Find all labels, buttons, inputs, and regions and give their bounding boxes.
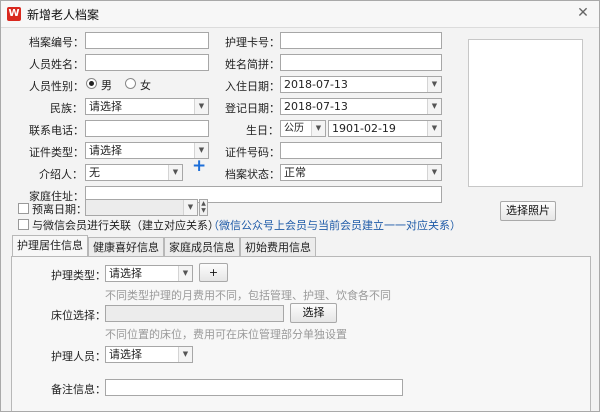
app-icon: W <box>7 7 21 21</box>
chevron-down-icon: ▼ <box>183 200 197 215</box>
id-type-select[interactable]: 请选择 ▼ <box>85 142 209 159</box>
id-type-label: 证件类型： <box>29 146 84 159</box>
pinyin-input[interactable] <box>280 54 442 71</box>
add-introducer-icon[interactable]: + <box>192 158 206 175</box>
care-type-hint: 不同类型护理的月费用不同，包括管理、护理、饮食各不同 <box>105 289 391 302</box>
gender-female-radio[interactable] <box>125 78 136 89</box>
wechat-hint: （微信公众号上会员与当前会员建立一一对应关系） <box>208 219 461 232</box>
bed-input[interactable] <box>105 305 284 322</box>
archive-no-label: 档案编号： <box>29 36 84 49</box>
chevron-down-icon: ▼ <box>194 99 208 114</box>
ethnicity-label: 民族： <box>50 102 83 115</box>
archive-no-input[interactable] <box>85 32 209 49</box>
new-elder-archive-window: W 新增老人档案 ✕ 档案编号： 人员姓名： 人员性别： 男 女 民族： 请选择… <box>0 0 600 412</box>
remark-input[interactable] <box>105 379 403 396</box>
care-type-value: 请选择 <box>109 267 142 280</box>
title-bar: W 新增老人档案 ✕ <box>1 1 599 28</box>
status-select[interactable]: 正常 ▼ <box>280 164 442 181</box>
nurse-select[interactable]: 请选择 ▼ <box>105 346 193 363</box>
chevron-down-icon: ▼ <box>427 121 441 136</box>
bed-hint: 不同位置的床位，费用可在床位管理部分单独设置 <box>105 328 347 341</box>
register-date-value: 2018-07-13 <box>284 100 348 113</box>
window-title: 新增老人档案 <box>27 8 100 22</box>
ethnicity-value: 请选择 <box>89 100 122 113</box>
care-card-input[interactable] <box>280 32 442 49</box>
introducer-label: 介绍人： <box>39 168 83 181</box>
status-value: 正常 <box>284 166 306 179</box>
gender-male-label: 男 <box>101 79 112 92</box>
id-type-value: 请选择 <box>89 144 122 157</box>
phone-input[interactable] <box>85 120 209 137</box>
chevron-down-icon: ▼ <box>178 266 192 281</box>
leave-date-label: 预离日期： <box>32 203 87 216</box>
calendar-type-value: 公历 <box>284 123 304 134</box>
birthday-label: 生日： <box>246 124 279 137</box>
birthday-picker[interactable]: 1901-02-19 ▼ <box>328 120 442 137</box>
tab-health-preferences[interactable]: 健康喜好信息 <box>88 237 164 257</box>
select-photo-button[interactable]: 选择照片 <box>500 201 556 221</box>
leave-date-spinner[interactable]: ▲ ▼ <box>199 199 208 216</box>
checkin-date-value: 2018-07-13 <box>284 78 348 91</box>
gender-female-label: 女 <box>140 79 151 92</box>
chevron-down-icon: ▼ <box>178 347 192 362</box>
calendar-type-select[interactable]: 公历 ▼ <box>280 120 326 137</box>
leave-date-select[interactable]: ▼ <box>85 199 198 216</box>
nurse-label: 护理人员： <box>51 350 106 363</box>
leave-date-checkbox[interactable] <box>18 203 29 214</box>
name-input[interactable] <box>85 54 209 71</box>
birthday-value: 1901-02-19 <box>332 122 396 135</box>
register-date-picker[interactable]: 2018-07-13 ▼ <box>280 98 442 115</box>
chevron-down-icon: ▼ <box>427 77 441 92</box>
ethnicity-select[interactable]: 请选择 ▼ <box>85 98 209 115</box>
name-label: 人员姓名： <box>29 58 84 71</box>
wechat-link-label: 与微信会员进行关联（建立对应关系） <box>32 219 219 232</box>
introducer-select[interactable]: 无 ▼ <box>85 164 183 181</box>
register-date-label: 登记日期： <box>225 102 280 115</box>
tab-initial-fees[interactable]: 初始费用信息 <box>240 237 316 257</box>
checkin-date-label: 入住日期： <box>225 80 280 93</box>
care-type-label: 护理类型： <box>51 269 106 282</box>
nurse-value: 请选择 <box>109 348 142 361</box>
gender-male-radio[interactable] <box>86 78 97 89</box>
pinyin-label: 姓名简拼： <box>225 58 280 71</box>
add-care-type-button[interactable]: + <box>199 263 228 282</box>
tab-care-residence[interactable]: 护理居住信息 <box>12 235 88 257</box>
wechat-link-checkbox[interactable] <box>18 219 29 230</box>
chevron-down-icon: ▼ <box>427 165 441 180</box>
photo-preview <box>468 39 583 187</box>
gender-label: 人员性别： <box>29 80 84 93</box>
care-card-label: 护理卡号： <box>225 36 280 49</box>
id-no-input[interactable] <box>280 142 442 159</box>
checkin-date-picker[interactable]: 2018-07-13 ▼ <box>280 76 442 93</box>
care-type-select[interactable]: 请选择 ▼ <box>105 265 193 282</box>
status-label: 档案状态： <box>225 168 280 181</box>
chevron-down-icon: ▼ <box>427 99 441 114</box>
introducer-value: 无 <box>89 166 100 179</box>
id-no-label: 证件号码： <box>225 146 280 159</box>
phone-label: 联系电话： <box>29 124 84 137</box>
chevron-down-icon: ▼ <box>168 165 182 180</box>
chevron-down-icon: ▼ <box>311 121 325 136</box>
close-icon[interactable]: ✕ <box>575 5 591 21</box>
tab-family-members[interactable]: 家庭成员信息 <box>164 237 240 257</box>
bed-label: 床位选择： <box>51 309 106 322</box>
select-bed-button[interactable]: 选择 <box>290 303 337 323</box>
remark-label: 备注信息： <box>51 383 106 396</box>
